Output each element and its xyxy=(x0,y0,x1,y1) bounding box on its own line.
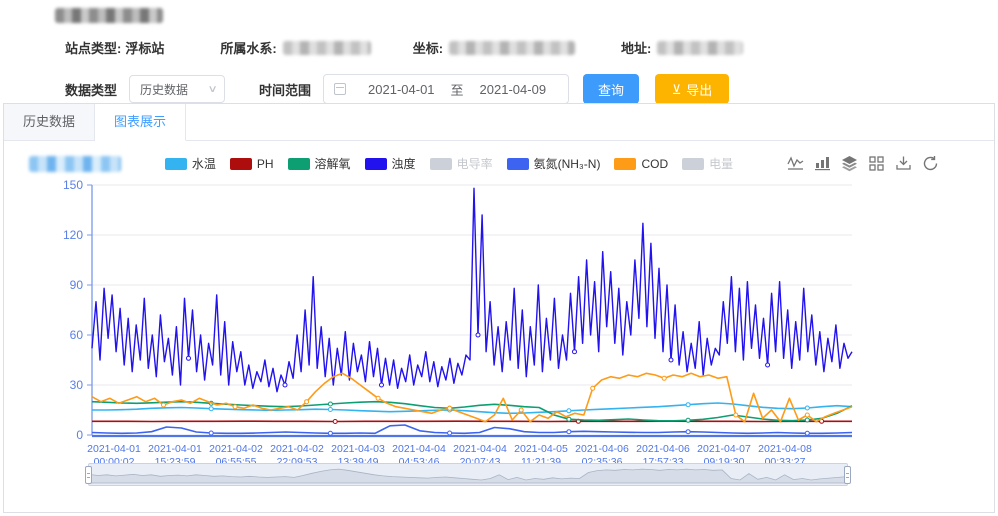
chart-plot: 03060901201502021-04-0100:00:022021-04-0… xyxy=(24,175,904,475)
bar-chart-icon[interactable] xyxy=(814,155,831,172)
legend-label: COD xyxy=(641,157,668,171)
coordinates-label: 坐标: xyxy=(413,38,443,57)
chart-header: 水温 PH 溶解氧 浊度 电导率 氨氮(NH₃-N) COD 电量 xyxy=(4,141,994,173)
date-start-value[interactable]: 2021-04-01 xyxy=(356,82,447,97)
legend-label: 电量 xyxy=(709,155,733,172)
svg-text:2021-04-04: 2021-04-04 xyxy=(453,443,507,455)
date-range-picker[interactable]: 2021-04-01 至 2021-04-09 xyxy=(323,74,569,104)
svg-text:30: 30 xyxy=(70,378,84,392)
legend-item-6[interactable]: COD xyxy=(614,157,668,171)
svg-text:60: 60 xyxy=(70,328,84,342)
svg-text:2021-04-01: 2021-04-01 xyxy=(87,443,141,455)
legend-label: PH xyxy=(257,157,274,171)
content-card: 历史数据 图表展示 水温 PH 溶解氧 浊度 电导率 氨氮(NH₃-N) COD 电量 0 30… xyxy=(3,103,995,513)
svg-text:90: 90 xyxy=(70,278,84,292)
datazoom-shadow xyxy=(89,464,847,485)
restore-icon[interactable] xyxy=(922,155,939,172)
legend-item-1[interactable]: PH xyxy=(230,157,274,171)
svg-text:2021-04-04: 2021-04-04 xyxy=(392,443,446,455)
station-type-label: 站点类型: xyxy=(65,38,121,57)
download-icon: ⊻ xyxy=(672,83,682,96)
date-end-value[interactable]: 2021-04-09 xyxy=(468,82,559,97)
legend-label: 电导率 xyxy=(457,155,493,172)
svg-text:2021-04-03: 2021-04-03 xyxy=(331,443,385,455)
legend-item-0[interactable]: 水温 xyxy=(165,155,216,172)
stack-icon[interactable] xyxy=(841,155,858,172)
page-title-redacted xyxy=(55,8,163,23)
water-system-label: 所属水系: xyxy=(220,38,276,57)
legend-item-4[interactable]: 电导率 xyxy=(430,155,493,172)
water-system-value-redacted xyxy=(283,41,371,55)
legend-swatch xyxy=(230,158,252,170)
tab-chart-display[interactable]: 图表展示 xyxy=(95,104,186,141)
legend-item-7[interactable]: 电量 xyxy=(682,155,733,172)
legend-swatch xyxy=(430,158,452,170)
date-range-separator: 至 xyxy=(447,80,468,99)
chart-title-redacted xyxy=(29,156,121,172)
data-type-label: 数据类型 xyxy=(65,80,117,99)
legend-label: 水温 xyxy=(192,155,216,172)
legend-label: 氨氮(NH₃-N) xyxy=(534,155,601,172)
chevron-down-icon: ∨ xyxy=(207,84,217,95)
svg-text:2021-04-06: 2021-04-06 xyxy=(575,443,629,455)
legend-swatch xyxy=(165,158,187,170)
legend-label: 溶解氧 xyxy=(315,155,351,172)
query-button[interactable]: 查询 xyxy=(583,74,639,104)
svg-text:150: 150 xyxy=(63,178,83,192)
legend-label: 浊度 xyxy=(392,155,416,172)
save-image-icon[interactable] xyxy=(895,155,912,172)
calendar-icon xyxy=(334,83,346,95)
legend-swatch xyxy=(365,158,387,170)
page: 站点类型: 浮标站 所属水系: 坐标: 地址: 数据类型 历史数据 ∨ 时间范围… xyxy=(0,0,998,516)
svg-text:120: 120 xyxy=(63,228,83,242)
datazoom-left-handle[interactable] xyxy=(85,466,92,484)
coordinates-value-redacted xyxy=(449,41,575,55)
svg-text:2021-04-06: 2021-04-06 xyxy=(636,443,690,455)
header-section: 站点类型: 浮标站 所属水系: 坐标: 地址: 数据类型 历史数据 ∨ 时间范围… xyxy=(0,0,998,104)
data-type-select[interactable]: 历史数据 ∨ xyxy=(129,75,225,103)
filter-row: 数据类型 历史数据 ∨ 时间范围 2021-04-01 至 2021-04-09… xyxy=(65,74,998,104)
svg-text:2021-04-08: 2021-04-08 xyxy=(758,443,812,455)
tiled-icon[interactable] xyxy=(868,155,885,172)
chart-legend: 水温 PH 溶解氧 浊度 电导率 氨氮(NH₃-N) COD 电量 xyxy=(121,155,777,172)
chart-plot-area: 03060901201502021-04-0100:00:022021-04-0… xyxy=(24,175,994,480)
legend-swatch xyxy=(288,158,310,170)
export-button-label: 导出 xyxy=(686,80,712,99)
svg-text:2021-04-01: 2021-04-01 xyxy=(148,443,202,455)
station-type-value: 浮标站 xyxy=(125,38,164,57)
line-chart-icon[interactable] xyxy=(787,155,804,172)
svg-text:2021-04-02: 2021-04-02 xyxy=(270,443,324,455)
svg-text:0: 0 xyxy=(76,428,83,442)
station-info-row: 站点类型: 浮标站 所属水系: 坐标: 地址: xyxy=(65,38,998,57)
data-type-selected-value: 历史数据 xyxy=(140,81,188,98)
chart-toolbox xyxy=(787,155,939,172)
datazoom-slider[interactable] xyxy=(88,463,848,486)
time-range-label: 时间范围 xyxy=(259,80,311,99)
tab-history-data[interactable]: 历史数据 xyxy=(4,104,95,140)
address-label: 地址: xyxy=(621,38,651,57)
legend-swatch xyxy=(507,158,529,170)
datazoom-right-handle[interactable] xyxy=(844,466,851,484)
legend-item-5[interactable]: 氨氮(NH₃-N) xyxy=(507,155,601,172)
svg-text:2021-04-05: 2021-04-05 xyxy=(514,443,568,455)
address-value-redacted xyxy=(657,41,743,55)
export-button[interactable]: ⊻ 导出 xyxy=(655,74,729,104)
legend-swatch xyxy=(682,158,704,170)
tab-bar: 历史数据 图表展示 xyxy=(4,104,994,141)
legend-item-2[interactable]: 溶解氧 xyxy=(288,155,351,172)
svg-text:2021-04-07: 2021-04-07 xyxy=(697,443,751,455)
svg-text:2021-04-02: 2021-04-02 xyxy=(209,443,263,455)
legend-swatch xyxy=(614,158,636,170)
legend-item-3[interactable]: 浊度 xyxy=(365,155,416,172)
